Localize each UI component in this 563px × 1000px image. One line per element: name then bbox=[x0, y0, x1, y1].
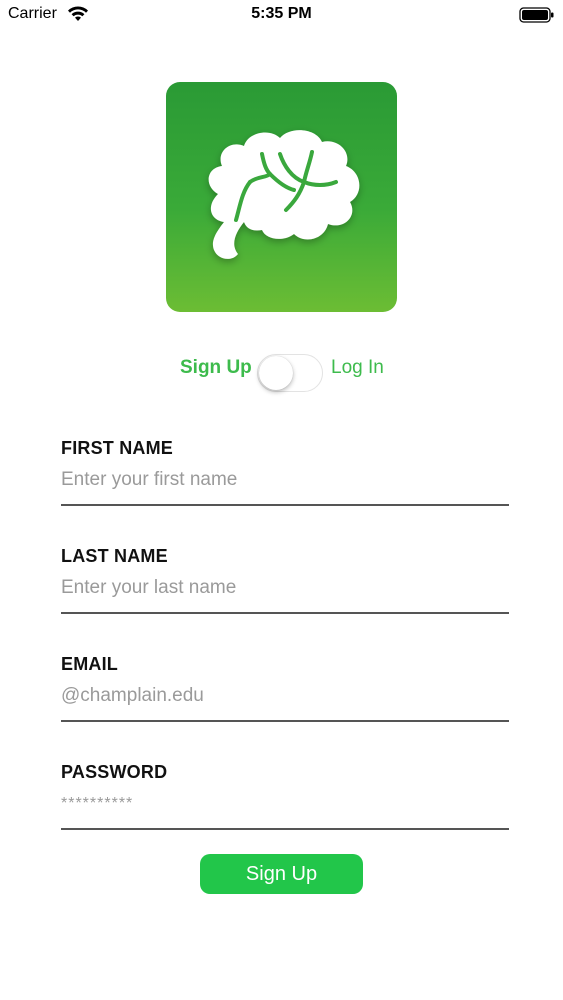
last-name-underline bbox=[61, 612, 509, 614]
status-bar: Carrier 5:35 PM bbox=[0, 0, 563, 30]
signup-login-switch[interactable] bbox=[257, 354, 323, 392]
first-name-input[interactable] bbox=[61, 460, 509, 500]
login-mode-label[interactable]: Log In bbox=[331, 357, 384, 379]
first-name-underline bbox=[61, 504, 509, 506]
password-underline bbox=[61, 828, 509, 830]
brain-icon bbox=[208, 130, 360, 259]
clock-time: 5:35 PM bbox=[251, 5, 312, 22]
password-input[interactable] bbox=[61, 784, 509, 824]
first-name-label: FIRST NAME bbox=[61, 438, 173, 458]
email-label: EMAIL bbox=[61, 654, 118, 674]
signup-mode-label: Sign Up bbox=[180, 357, 252, 378]
battery-icon bbox=[519, 6, 555, 24]
password-label: PASSWORD bbox=[61, 762, 168, 782]
mode-toggle-row: Sign Up Log In bbox=[0, 350, 563, 394]
signup-screen: Carrier 5:35 PM Sign Up Log In FIRST NAM… bbox=[0, 0, 563, 1000]
email-underline bbox=[61, 720, 509, 722]
app-logo bbox=[166, 82, 397, 312]
signup-button[interactable]: Sign Up bbox=[200, 854, 363, 894]
switch-knob[interactable] bbox=[259, 356, 293, 390]
last-name-input[interactable] bbox=[61, 568, 509, 608]
email-input[interactable] bbox=[61, 676, 509, 716]
last-name-label: LAST NAME bbox=[61, 546, 168, 566]
